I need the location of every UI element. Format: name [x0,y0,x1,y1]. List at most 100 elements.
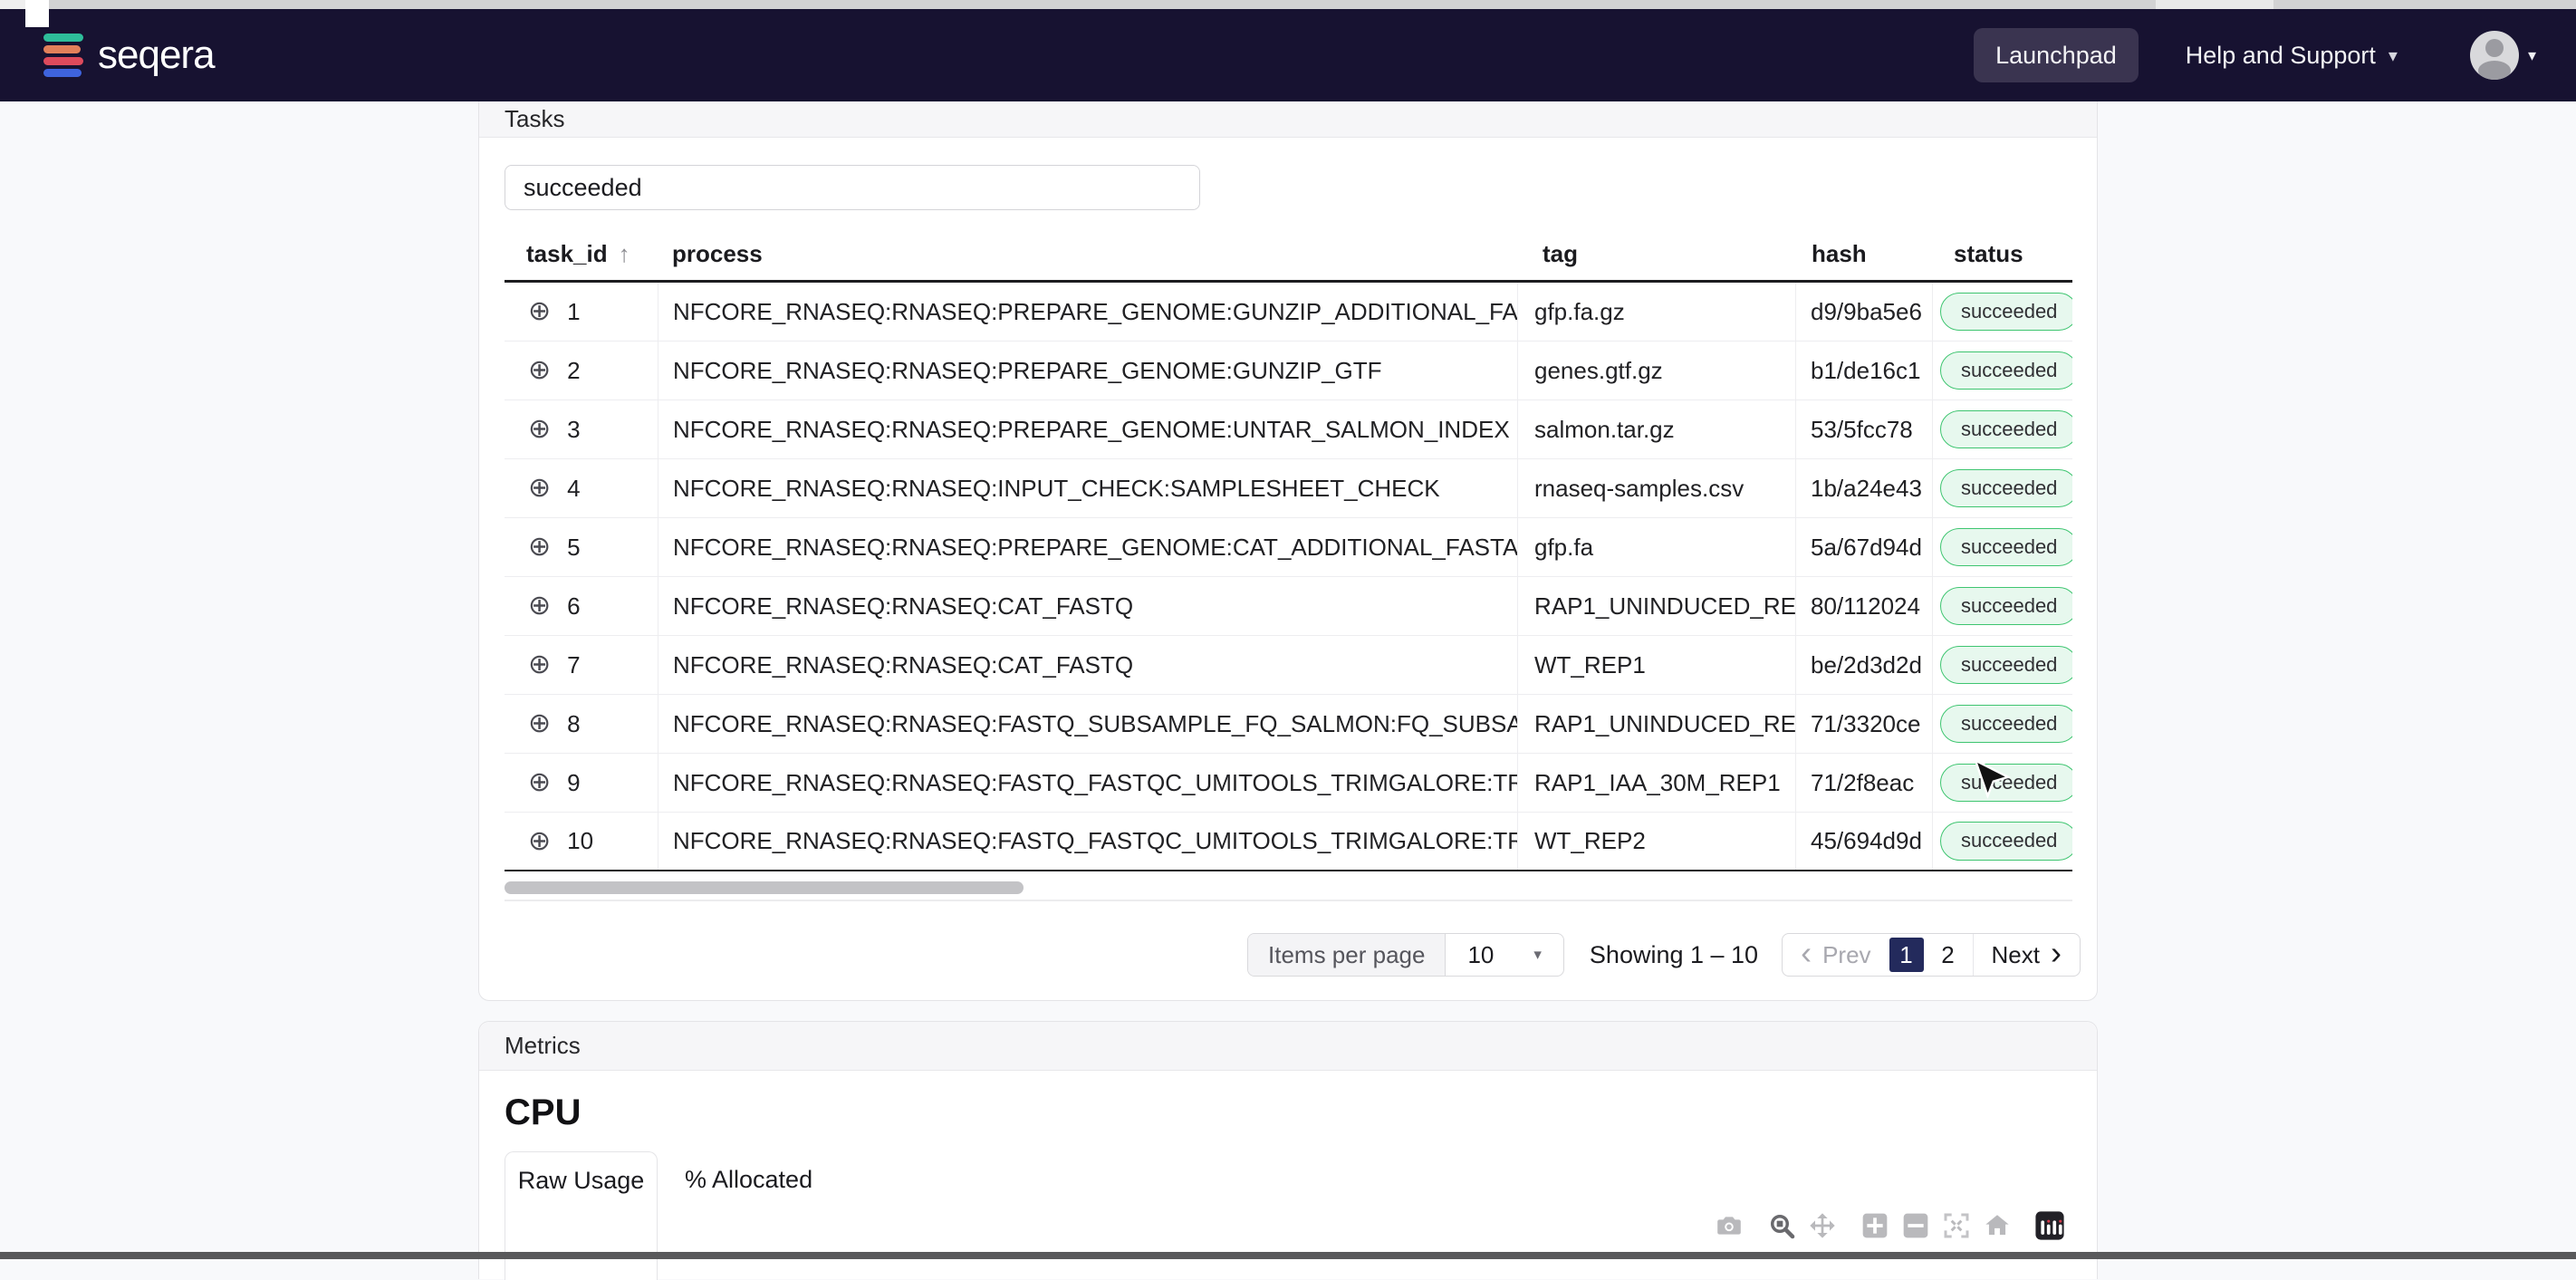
cell-process: NFCORE_RNASEQ:RNASEQ:PREPARE_GENOME:GUNZ… [658,283,1517,341]
cell-task-id: 3 [567,415,581,443]
horizontal-scrollbar-thumb[interactable] [505,881,1024,894]
zoom-select-icon[interactable] [1765,1209,1798,1242]
expand-row-icon[interactable]: ⊕ [528,534,551,561]
cell-hash: 71/3320ce [1795,695,1932,753]
tab-percent-allocated[interactable]: % Allocated [685,1151,812,1194]
table-row[interactable]: ⊕ 2 NFCORE_RNASEQ:RNASEQ:PREPARE_GENOME:G… [505,342,2072,400]
expand-row-icon[interactable]: ⊕ [528,475,551,502]
table-row[interactable]: ⊕ 6 NFCORE_RNASEQ:RNASEQ:CAT_FASTQ RAP1_U… [505,577,2072,636]
metrics-title: Metrics [505,1032,581,1059]
cell-tag: gfp.fa [1517,518,1795,576]
status-badge: succeeded [1940,527,2072,567]
camera-icon[interactable] [1713,1209,1745,1242]
chevron-right-icon: › [2051,933,2062,971]
table-row[interactable]: ⊕ 8 NFCORE_RNASEQ:RNASEQ:FASTQ_SUBSAMPLE_… [505,695,2072,754]
expand-row-icon[interactable]: ⊕ [528,710,551,737]
pager: ‹ Prev 1 2 Next › [1782,933,2081,977]
cell-process: NFCORE_RNASEQ:RNASEQ:CAT_FASTQ [658,577,1517,635]
cell-tag: RAP1_UNINDUCED_REP1 [1517,695,1795,753]
cell-tag: genes.gtf.gz [1517,342,1795,399]
cell-hash: 45/694d9d [1795,813,1932,870]
cell-task-id: 4 [567,474,581,502]
help-and-support-label: Help and Support [2185,41,2376,69]
items-per-page-select[interactable]: 10 ▾ [1446,934,1562,976]
next-page-button[interactable]: Next › [1972,933,2080,976]
cell-tag: RAP1_IAA_30M_REP1 [1517,754,1795,812]
chevron-left-icon: ‹ [1801,933,1812,971]
brand-name: seqera [98,33,216,77]
cell-process: NFCORE_RNASEQ:RNASEQ:CAT_FASTQ [658,636,1517,694]
table-row[interactable]: ⊕ 4 NFCORE_RNASEQ:RNASEQ:INPUT_CHECK:SAMP… [505,459,2072,518]
status-badge: succeeded [1940,586,2072,626]
help-and-support-menu[interactable]: Help and Support ▾ [2186,42,2398,70]
table-row[interactable]: ⊕ 5 NFCORE_RNASEQ:RNASEQ:PREPARE_GENOME:C… [505,518,2072,577]
autoscale-icon[interactable] [1940,1209,1973,1242]
avatar[interactable] [2469,31,2519,80]
sort-asc-icon: ↑ [618,240,630,267]
page-button-2[interactable]: 2 [1931,938,1966,972]
column-header-tag[interactable]: tag [1517,228,1795,280]
caret-down-icon: ▾ [1533,946,1542,963]
table-row[interactable]: ⊕ 7 NFCORE_RNASEQ:RNASEQ:CAT_FASTQ WT_REP… [505,636,2072,695]
mouse-cursor [1973,758,2012,807]
window-top-strip-segment [2156,0,2273,9]
cell-hash: 71/2f8eac [1795,754,1932,812]
expand-row-icon[interactable]: ⊕ [528,592,551,620]
plotly-logo-icon[interactable] [2033,1209,2066,1242]
user-menu[interactable]: ▾ [2469,31,2536,80]
cell-hash: b1/de16c1 [1795,342,1932,399]
cell-hash: 53/5fcc78 [1795,400,1932,458]
table-row[interactable]: ⊕ 1 NFCORE_RNASEQ:RNASEQ:PREPARE_GENOME:G… [505,283,2072,342]
tasks-table-header: task_id ↑ process tag hash status [505,228,2072,283]
cell-hash: 80/112024 [1795,577,1932,635]
seqera-logo-icon [43,34,83,77]
cell-task-id: 10 [567,827,594,854]
zoom-out-icon[interactable] [1899,1209,1932,1242]
cell-process: NFCORE_RNASEQ:RNASEQ:INPUT_CHECK:SAMPLES… [658,459,1517,517]
expand-row-icon[interactable]: ⊕ [528,416,551,443]
pagination-bar: Items per page 10 ▾ Showing 1 – 10 ‹ Pre… [1247,933,2081,977]
metrics-card-header: Metrics [479,1022,2097,1071]
tasks-card-header: Tasks [479,101,2097,138]
status-badge: succeeded [1940,645,2072,685]
cell-task-id: 9 [567,768,581,796]
zoom-in-icon[interactable] [1859,1209,1891,1242]
column-header-hash[interactable]: hash [1795,228,1932,280]
prev-page-button[interactable]: ‹ Prev [1783,934,1889,976]
cell-task-id: 5 [567,533,581,561]
expand-row-icon[interactable]: ⊕ [528,298,551,325]
launchpad-button[interactable]: Launchpad [1974,28,2139,82]
cell-process: NFCORE_RNASEQ:RNASEQ:FASTQ_FASTQC_UMITOO… [658,813,1517,870]
caret-down-icon: ▾ [2527,45,2536,64]
cell-task-id: 6 [567,592,581,620]
status-badge: succeeded [1940,822,2072,861]
column-header-process[interactable]: process [658,228,1517,280]
cell-task-id: 1 [567,297,581,325]
seqera-brand[interactable]: seqera [43,33,216,78]
tasks-search-input[interactable] [505,165,1200,210]
reset-axes-home-icon[interactable] [1981,1209,2014,1242]
expand-row-icon[interactable]: ⊕ [528,651,551,678]
status-badge: succeeded [1940,292,2072,332]
items-per-page-control: Items per page 10 ▾ [1247,933,1564,977]
metrics-card: Metrics CPU Raw Usage % Allocated [478,1021,2098,1280]
table-row[interactable]: ⊕ 9 NFCORE_RNASEQ:RNASEQ:FASTQ_FASTQC_UMI… [505,754,2072,813]
column-header-task-id[interactable]: task_id ↑ [505,228,658,280]
table-row[interactable]: ⊕ 3 NFCORE_RNASEQ:RNASEQ:PREPARE_GENOME:U… [505,400,2072,459]
table-row[interactable]: ⊕ 10 NFCORE_RNASEQ:RNASEQ:FASTQ_FASTQC_UM… [505,813,2072,871]
column-header-status[interactable]: status [1932,228,2072,280]
expand-row-icon[interactable]: ⊕ [528,357,551,384]
page-button-1[interactable]: 1 [1889,938,1924,972]
tab-raw-usage[interactable]: Raw Usage [505,1151,658,1280]
cell-process: NFCORE_RNASEQ:RNASEQ:FASTQ_SUBSAMPLE_FQ_… [658,695,1517,753]
expand-row-icon[interactable]: ⊕ [528,827,551,855]
top-navbar: seqera Launchpad Help and Support ▾ ▾ [0,9,2576,101]
window-top-notch [25,0,49,27]
caret-down-icon: ▾ [2388,45,2398,66]
cell-tag: gfp.fa.gz [1517,283,1795,341]
tasks-title: Tasks [505,105,565,132]
pan-icon[interactable] [1806,1209,1839,1242]
cell-process: NFCORE_RNASEQ:RNASEQ:PREPARE_GENOME:UNTA… [658,400,1517,458]
cell-hash: 1b/a24e43 [1795,459,1932,517]
expand-row-icon[interactable]: ⊕ [528,769,551,796]
